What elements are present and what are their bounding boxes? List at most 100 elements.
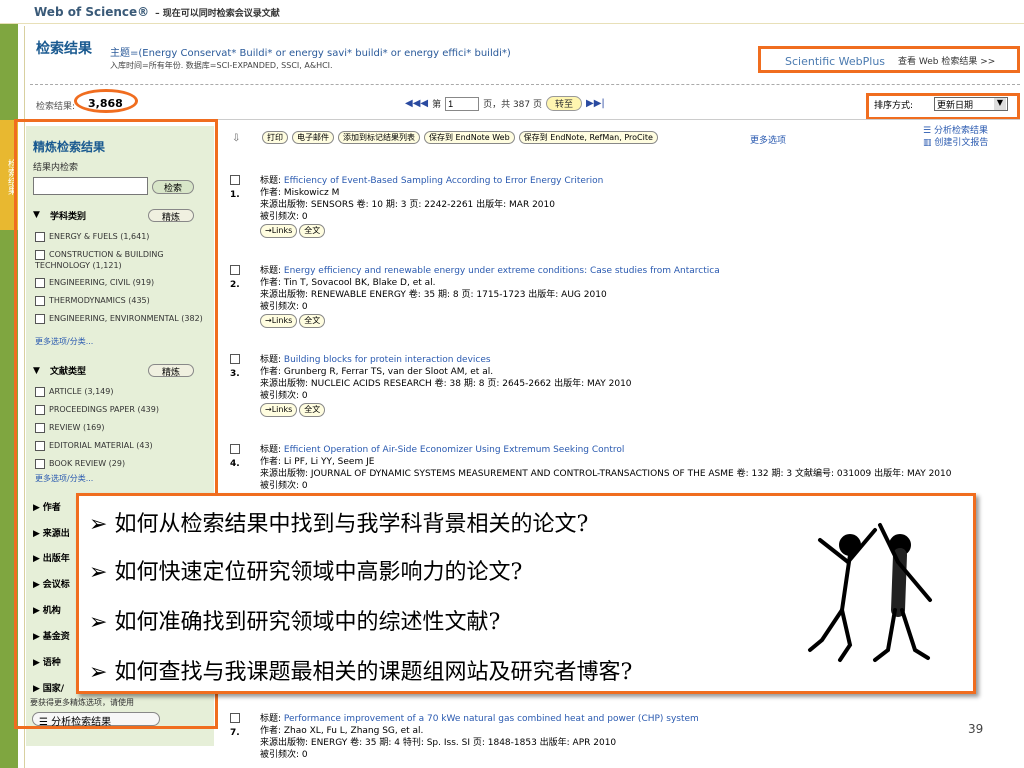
more-options-link[interactable]: 更多选项 [750,133,786,146]
slide-page-number: 39 [968,722,984,736]
search-query: 主题=(Energy Conservat* Buildi* or energy … [110,48,511,59]
subject-checkbox[interactable]: ENGINEERING, ENVIRONMENTAL (382) [35,313,213,324]
result-source: 来源出版物: NUCLEIC ACIDS RESEARCH 卷: 38 期: 8… [260,379,632,389]
webplus-logo[interactable]: Scientific WebPlus [785,55,885,68]
result-title[interactable]: Efficiency of Event-Based Sampling Accor… [284,176,603,186]
fulltext-button[interactable]: 全文 [299,314,326,328]
bottom-text: 要获得更多精炼选项，请使用 [30,698,134,707]
header-tagline: – 现在可以同时检索会议录文献 [155,9,280,19]
analyze-link[interactable]: ☰ 分析检索结果 [923,125,988,137]
refine-button[interactable]: 精炼 [148,209,194,223]
result-source: 来源出版物: ENERGY 卷: 35 期: 4 特刊: Sp. Iss. SI… [260,738,617,748]
question-item: ➢ 如何从检索结果中找到与我学科背景相关的论文? [89,512,589,537]
collapsed-section[interactable]: ▶ 来源出 [33,526,70,539]
collapsed-section[interactable]: ▶ 语种 [33,655,61,668]
citation-report-link[interactable]: ▥ 创建引文报告 [923,137,988,149]
search-meta: 入库时间=所有年份. 数据库=SCI-EXPANDED, SSCI, A&HCI… [110,61,333,70]
save-endnote-button[interactable]: 保存到 EndNote, RefMan, ProCite [518,131,658,144]
within-label: 结果内检索 [33,163,79,173]
more-subjects-link[interactable]: 更多选项/分类... [35,336,93,347]
doctype-checkbox[interactable]: EDITORIAL MATERIAL (43) [35,440,213,451]
fulltext-button[interactable]: 全文 [299,224,326,238]
doctype-checkbox[interactable]: PROCEEDINGS PAPER (439) [35,404,213,415]
expand-icon[interactable]: ▼ [33,366,40,376]
divider [30,84,1020,85]
result-cited: 被引频次: 0 [260,481,308,491]
top-bar: Web of Science® – 现在可以同时检索会议录文献 [0,0,1024,24]
next-page-icon[interactable]: ▶▶| [586,98,605,109]
result-authors: 作者: Tin T, Sovacool BK, Blake D, et al. [260,278,436,288]
subject-checkbox[interactable]: THERMODYNAMICS (435) [35,295,213,306]
result-source: 来源出版物: RENEWABLE ENERGY 卷: 35 期: 8 页: 17… [260,290,607,300]
within-search-button[interactable]: 检索 [152,180,194,194]
checkbox-arrow-icon[interactable]: ⇩ [232,133,240,144]
result-title[interactable]: Efficient Operation of Air-Side Economiz… [284,445,625,455]
email-button[interactable]: 电子邮件 [292,131,334,144]
refine-button[interactable]: 精炼 [148,364,194,378]
links-button[interactable]: →Links [260,403,298,417]
subject-checkbox[interactable]: ENGINEERING, CIVIL (919) [35,277,213,288]
count-highlight [74,89,138,113]
pager: ◀◀◀ 第 页，共 387 页 转至 ▶▶| [405,96,605,111]
within-search-input[interactable] [33,177,148,195]
result-checkbox[interactable]: 7. [230,713,244,739]
result-authors: 作者: Li PF, Li YY, Seem JE [260,457,375,467]
page-label: 第 [432,100,442,110]
wos-logo[interactable]: Web of Science® – 现在可以同时检索会议录文献 [34,5,280,19]
sort-label: 排序方式: [874,101,914,111]
result-checkbox[interactable]: 2. [230,265,244,291]
goto-button[interactable]: 转至 [546,96,583,111]
collapsed-section[interactable]: ▶ 作者 [33,500,61,513]
dancing-figures-icon [808,523,932,662]
result-checkbox[interactable]: 4. [230,444,244,470]
page-title: 检索结果 [36,41,92,57]
prev-page-icon[interactable]: ◀◀◀ [405,98,428,109]
result-checkbox[interactable]: 1. [230,175,244,201]
right-links: ☰ 分析检索结果 ▥ 创建引文报告 [923,125,988,149]
result-cited: 被引频次: 0 [260,212,308,222]
question-item: ➢ 如何查找与我课题最相关的课题组网站及研究者博客? [89,660,633,685]
collapsed-section[interactable]: ▶ 基金资 [33,629,70,642]
result-authors: 作者: Zhao XL, Fu L, Zhang SG, et al. [260,726,424,736]
webplus-link[interactable]: 查看 Web 检索结果 >> [898,54,995,67]
question-item: ➢ 如何快速定位研究领域中高影响力的论文? [89,560,523,585]
links-button[interactable]: →Links [260,314,298,328]
refine-title: 精炼检索结果 [33,140,106,154]
sort-select[interactable]: 更新日期 [934,97,1008,111]
collapsed-section[interactable]: ▶ 国家/ [33,681,64,694]
result-title[interactable]: Performance improvement of a 70 kWe natu… [284,714,699,724]
result-cited: 被引频次: 0 [260,302,308,312]
result-title[interactable]: Energy efficiency and renewable energy u… [284,266,720,276]
toolbar: 打印 电子邮件 添加到标记结果列表 保存到 EndNote Web 保存到 En… [262,131,658,144]
page-input[interactable] [445,96,480,111]
result-cited: 被引频次: 0 [260,750,308,760]
more-doctypes-link[interactable]: 更多选项/分类... [35,473,93,484]
collapsed-section[interactable]: ▶ 出版年 [33,551,70,564]
results-count-label: 检索结果: [36,102,76,112]
doctype-checkbox[interactable]: REVIEW (169) [35,422,213,433]
save-endnote-web-button[interactable]: 保存到 EndNote Web [424,131,515,144]
collapsed-section[interactable]: ▶ 机构 [33,603,61,616]
result-source: 来源出版物: SENSORS 卷: 10 期: 3 页: 2242-2261 出… [260,200,555,210]
result-authors: 作者: Grunberg R, Ferrar TS, van der Sloot… [260,367,494,377]
expand-icon[interactable]: ▼ [33,210,40,220]
result-authors: 作者: Miskowicz M [260,188,340,198]
result-cited: 被引频次: 0 [260,391,308,401]
doctype-title[interactable]: 文献类型 [50,364,86,377]
print-button[interactable]: 打印 [262,131,288,144]
doctype-checkbox[interactable]: ARTICLE (3,149) [35,386,213,397]
result-source: 来源出版物: JOURNAL OF DYNAMIC SYSTEMS MEASUR… [260,469,952,479]
result-checkbox[interactable]: 3. [230,354,244,380]
subject-title[interactable]: 学科类别 [50,209,86,222]
subject-checkbox[interactable]: CONSTRUCTION & BUILDING TECHNOLOGY (1,12… [35,249,213,271]
question-item: ➢ 如何准确找到研究领域中的综述性文献? [89,610,501,635]
links-button[interactable]: →Links [260,224,298,238]
fulltext-button[interactable]: 全文 [299,403,326,417]
analyze-results-button[interactable]: ☰ 分析检索结果 [32,712,160,728]
result-title[interactable]: Building blocks for protein interaction … [284,355,491,365]
subject-checkbox[interactable]: ENERGY & FUELS (1,641) [35,231,213,242]
page-total: 页，共 387 页 [483,100,542,110]
add-marked-button[interactable]: 添加到标记结果列表 [338,131,420,144]
doctype-checkbox[interactable]: BOOK REVIEW (29) [35,458,213,469]
collapsed-section[interactable]: ▶ 会议标 [33,577,70,590]
